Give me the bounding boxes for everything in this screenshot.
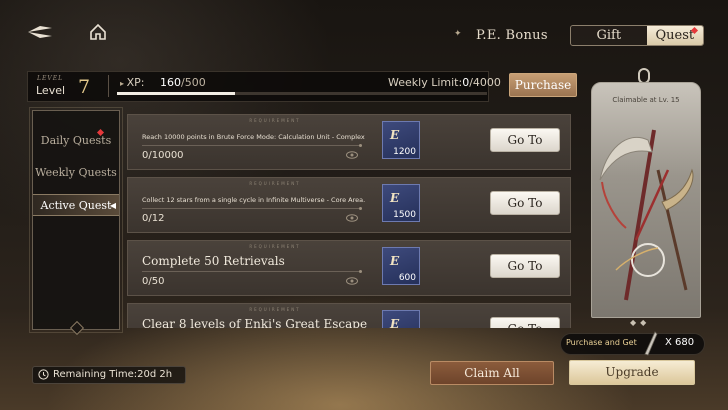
go-to-button[interactable]: Go To: [490, 254, 560, 278]
go-to-button[interactable]: Go To: [490, 191, 560, 215]
quest-card: REQUIREMENT Reach 10000 points in Brute …: [127, 114, 571, 170]
reward-token-icon: E: [390, 191, 400, 205]
claimable-level-label: Claimable at Lv. 15: [612, 96, 680, 104]
reward-token-icon: [644, 331, 658, 356]
weekly-limit-label: Weekly Limit:: [388, 76, 463, 89]
purchase-and-get-label: Purchase and Get: [566, 338, 637, 347]
sidebar-item-label: Daily Quests: [40, 134, 112, 147]
sidebar-item-daily-quests[interactable]: Daily Quests: [33, 128, 119, 152]
sidebar-item-active-quest[interactable]: Active Quest ◀: [33, 194, 119, 216]
xp-current: 160: [160, 76, 181, 89]
sidebar-item-weekly-quests[interactable]: Weekly Quests: [33, 162, 119, 184]
purchase-and-get-amount: X 680: [665, 337, 695, 348]
requirement-caption: REQUIREMENT: [249, 181, 301, 186]
requirement-caption: REQUIREMENT: [249, 307, 301, 312]
reward-token-icon: E: [390, 254, 400, 268]
selected-arrow-icon: ◀: [109, 201, 116, 210]
ornament-icon: ◆◆: [630, 318, 651, 327]
upgrade-button[interactable]: Upgrade: [569, 360, 695, 385]
go-to-button[interactable]: Go To: [490, 317, 560, 328]
eye-icon[interactable]: [346, 214, 358, 222]
reward-token: E: [382, 310, 420, 328]
quest-card: REQUIREMENT Clear 8 levels of Enki's Gre…: [127, 303, 571, 328]
divider: [142, 144, 362, 147]
divider: [142, 270, 362, 273]
weekly-limit-max: /4000: [469, 76, 501, 89]
go-to-button[interactable]: Go To: [490, 128, 560, 152]
sidebar-item-label: Weekly Quests: [35, 166, 117, 179]
quest-progress: 0/12: [142, 213, 165, 224]
xp-label: XP:: [120, 76, 145, 89]
xp-progress-bar: [117, 92, 487, 95]
xp-progress-fill: [117, 92, 236, 95]
reward-token: E 1200: [382, 121, 420, 159]
top-tabs: P.E. Bonus Gift Quest: [444, 24, 704, 46]
level-caption: LEVEL: [37, 75, 64, 82]
divider: [142, 207, 362, 210]
tab-quest[interactable]: Quest: [646, 25, 703, 45]
remaining-time: Remaining Time:20d 2h: [32, 366, 186, 384]
level-label: Level: [36, 84, 66, 97]
divider: [108, 75, 109, 97]
weekly-limit: Weekly Limit:0/4000: [388, 76, 501, 89]
quest-progress: 0/50: [142, 276, 165, 287]
tab-quest-label: Quest: [655, 27, 695, 43]
clock-icon: [38, 369, 49, 380]
quest-description: Complete 50 Retrievals: [142, 254, 285, 268]
home-icon[interactable]: [88, 22, 108, 42]
reward-amount: 1500: [393, 210, 416, 220]
tab-pe-bonus[interactable]: P.E. Bonus: [444, 28, 570, 43]
reward-token-icon: E: [390, 317, 400, 328]
quest-category-sidebar: Daily Quests Weekly Quests Active Quest …: [29, 107, 123, 333]
reward-token: E 1500: [382, 184, 420, 222]
claim-all-button[interactable]: Claim All: [430, 361, 554, 385]
tab-group: Gift Quest: [569, 24, 704, 46]
quest-description: Collect 12 stars from a single cycle in …: [142, 196, 366, 204]
eye-icon[interactable]: [346, 277, 358, 285]
reward-token-icon: E: [390, 128, 400, 142]
requirement-caption: REQUIREMENT: [249, 244, 301, 249]
back-icon[interactable]: [26, 22, 54, 42]
quest-list[interactable]: REQUIREMENT Reach 10000 points in Brute …: [127, 110, 573, 328]
level-value: 7: [78, 76, 91, 98]
reward-amount: 1200: [393, 147, 416, 157]
scythe-weapon-image: [599, 129, 694, 301]
requirement-caption: REQUIREMENT: [249, 118, 301, 123]
quest-card: REQUIREMENT Complete 50 Retrievals 0/50 …: [127, 240, 571, 296]
sidebar-item-label: Active Quest: [40, 199, 112, 212]
quest-card: REQUIREMENT Collect 12 stars from a sing…: [127, 177, 571, 233]
quest-progress: 0/10000: [142, 150, 184, 161]
xp-value: 160/500: [160, 76, 206, 89]
quest-description: Reach 10000 points in Brute Force Mode: …: [142, 133, 365, 141]
purchase-button[interactable]: Purchase: [509, 73, 577, 97]
quest-description: Clear 8 levels of Enki's Great Escape: [142, 317, 368, 328]
reward-token: E 600: [382, 247, 420, 285]
tab-gift[interactable]: Gift: [570, 25, 647, 45]
xp-max: /500: [181, 76, 206, 89]
eye-icon[interactable]: [346, 151, 358, 159]
reward-amount: 600: [398, 273, 416, 283]
